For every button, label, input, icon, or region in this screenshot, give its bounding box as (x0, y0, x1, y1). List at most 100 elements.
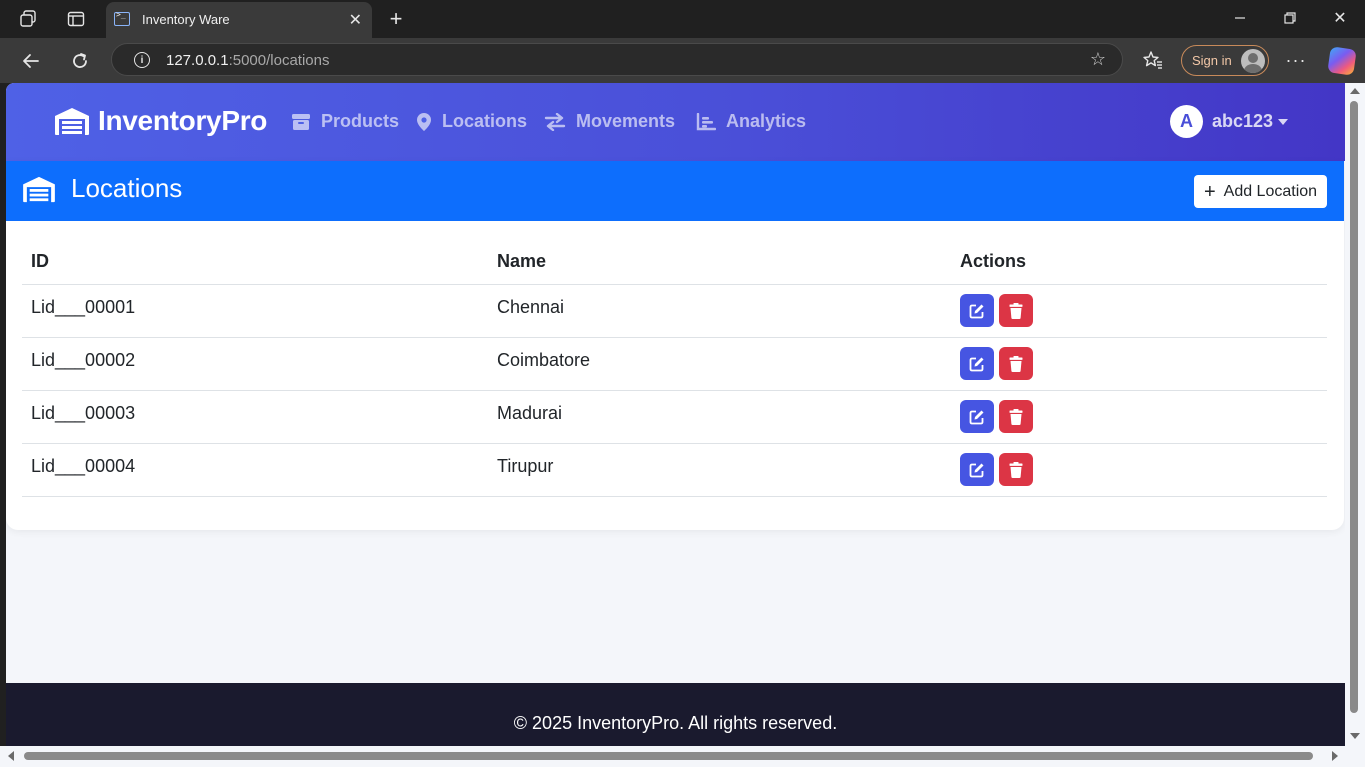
scroll-up-icon[interactable] (1350, 88, 1360, 94)
table-row: Lid___00001 Chennai (22, 284, 1327, 338)
edit-button[interactable] (960, 294, 994, 327)
scroll-left-icon[interactable] (8, 751, 14, 761)
edit-icon (969, 410, 984, 424)
table-row: Lid___00004 Tirupur (22, 443, 1327, 497)
row-actions (951, 390, 1327, 444)
vertical-scroll-thumb[interactable] (1350, 101, 1358, 713)
caret-down-icon (1278, 118, 1289, 125)
edit-button[interactable] (960, 347, 994, 380)
table-row: Lid___00002 Coimbatore (22, 337, 1327, 391)
address-bar[interactable]: i 127.0.0.1:5000/locations ☆ (111, 43, 1123, 76)
map-marker-icon (417, 112, 431, 131)
trash-icon (1009, 408, 1023, 425)
footer-copyright: © 2025 InventoryPro. All rights reserved… (513, 713, 838, 733)
trash-icon (1009, 461, 1023, 478)
vertical-tabs-icon[interactable] (66, 9, 86, 29)
nav-products[interactable]: Products (291, 111, 399, 132)
add-location-label: Add Location (1223, 182, 1318, 200)
user-menu-toggle[interactable]: A abc123 (1170, 105, 1289, 138)
row-actions (951, 443, 1327, 497)
nav-locations-label: Locations (442, 111, 528, 131)
edit-button[interactable] (960, 400, 994, 433)
site-info-icon[interactable]: i (134, 52, 150, 68)
browser-tab[interactable]: Inventory Ware ✕ (106, 2, 372, 38)
nav-products-label: Products (321, 111, 400, 131)
delete-button[interactable] (999, 400, 1033, 433)
edit-icon (969, 304, 984, 318)
row-actions (951, 337, 1327, 391)
nav-movements-label: Movements (576, 111, 676, 131)
table-row: Lid___00003 Madurai (22, 390, 1327, 444)
location-id: Lid___00003 (22, 390, 488, 444)
refresh-icon[interactable] (67, 48, 93, 74)
warehouse-icon (23, 176, 55, 202)
card-header: Locations + Add Location (6, 161, 1344, 221)
nav-analytics-label: Analytics (726, 111, 807, 131)
page-viewport: InventoryPro Products Locations Movement… (6, 83, 1345, 746)
more-options-icon[interactable]: ··· (1286, 50, 1306, 70)
column-header-actions: Actions (951, 241, 1327, 285)
page-footer: © 2025 InventoryPro. All rights reserved… (6, 683, 1345, 746)
add-location-button[interactable]: + Add Location (1194, 175, 1327, 208)
edit-button[interactable] (960, 453, 994, 486)
sign-in-label: Sign in (1192, 53, 1232, 68)
location-id: Lid___00002 (22, 337, 488, 391)
row-actions (951, 284, 1327, 338)
browser-toolbar: i 127.0.0.1:5000/locations ☆ Sign in ··· (0, 38, 1365, 83)
page-title: Locations (71, 173, 183, 203)
brand-link[interactable]: InventoryPro (54, 105, 267, 137)
column-header-name: Name (488, 241, 951, 285)
terminal-favicon-icon (114, 10, 130, 26)
scroll-down-icon[interactable] (1350, 733, 1360, 739)
nav-locations[interactable]: Locations (416, 111, 527, 132)
brand-name: InventoryPro (98, 105, 268, 136)
browser-titlebar: Inventory Ware ✕ + ✕ (0, 0, 1365, 38)
horizontal-scrollbar[interactable] (0, 746, 1365, 767)
sign-in-button[interactable]: Sign in (1181, 45, 1269, 76)
vertical-scrollbar[interactable] (1345, 83, 1365, 746)
edit-icon (969, 463, 984, 477)
back-icon[interactable] (18, 48, 44, 74)
trash-icon (1009, 302, 1023, 319)
nav-movements[interactable]: Movements (544, 111, 675, 132)
card-title-group: Locations (22, 173, 182, 204)
copilot-icon[interactable] (1327, 46, 1357, 76)
delete-button[interactable] (999, 347, 1033, 380)
scroll-right-icon[interactable] (1332, 751, 1338, 761)
user-avatar: A (1170, 105, 1203, 138)
exchange-icon (544, 112, 566, 131)
workspaces-icon[interactable] (18, 9, 38, 29)
location-name: Madurai (488, 390, 951, 444)
restore-icon[interactable] (1278, 6, 1302, 30)
location-id: Lid___00001 (22, 284, 488, 338)
box-icon (292, 113, 310, 130)
chart-icon (696, 112, 716, 130)
user-name: abc123 (1212, 111, 1274, 131)
horizontal-scroll-thumb[interactable] (24, 752, 1313, 760)
minimize-icon[interactable] (1228, 6, 1252, 30)
nav-analytics[interactable]: Analytics (696, 111, 806, 132)
favorites-icon[interactable] (1143, 50, 1163, 70)
delete-button[interactable] (999, 294, 1033, 327)
tab-title: Inventory Ware (142, 12, 230, 27)
favorite-star-icon[interactable]: ☆ (1090, 49, 1106, 70)
location-id: Lid___00004 (22, 443, 488, 497)
close-window-icon[interactable]: ✕ (1328, 6, 1352, 30)
trash-icon (1009, 355, 1023, 372)
app-navbar: InventoryPro Products Locations Movement… (6, 83, 1345, 161)
delete-button[interactable] (999, 453, 1033, 486)
new-tab-icon[interactable]: + (386, 6, 406, 31)
close-tab-icon[interactable]: ✕ (349, 10, 362, 30)
column-header-id: ID (22, 241, 488, 285)
locations-card: Locations + Add Location ID Name Actions… (6, 161, 1344, 530)
url-text: 127.0.0.1:5000/locations (166, 52, 330, 69)
locations-table: ID Name Actions Lid___00001 Chennai Lid_… (22, 241, 1327, 497)
location-name: Chennai (488, 284, 951, 338)
location-name: Coimbatore (488, 337, 951, 391)
warehouse-icon (55, 108, 89, 135)
profile-avatar-icon (1241, 49, 1265, 73)
plus-icon: + (1203, 180, 1216, 203)
edit-icon (969, 357, 984, 371)
table-header-row: ID Name Actions (22, 241, 1327, 285)
location-name: Tirupur (488, 443, 951, 497)
